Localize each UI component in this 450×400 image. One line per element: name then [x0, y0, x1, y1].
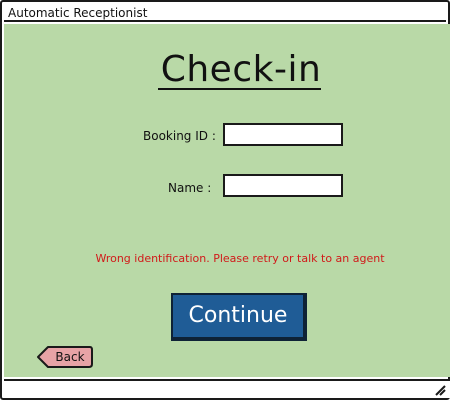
back-button[interactable]: Back [36, 345, 94, 369]
resize-grip-icon[interactable] [434, 384, 446, 396]
back-button-label: Back [55, 350, 85, 364]
window-title: Automatic Receptionist [8, 6, 148, 20]
name-input[interactable] [223, 174, 343, 197]
error-message: Wrong identification. Please retry or ta… [95, 252, 385, 265]
booking-id-input[interactable] [223, 123, 343, 146]
status-bar [4, 379, 450, 398]
app-window: Automatic Receptionist Check-in Booking … [0, 0, 450, 400]
name-label: Name : [168, 181, 212, 195]
booking-id-label: Booking ID : [143, 129, 216, 143]
page-title-underline [158, 88, 321, 90]
page-title: Check-in [160, 49, 322, 90]
continue-button[interactable]: Continue [171, 293, 307, 341]
window-titlebar: Automatic Receptionist [4, 4, 446, 22]
